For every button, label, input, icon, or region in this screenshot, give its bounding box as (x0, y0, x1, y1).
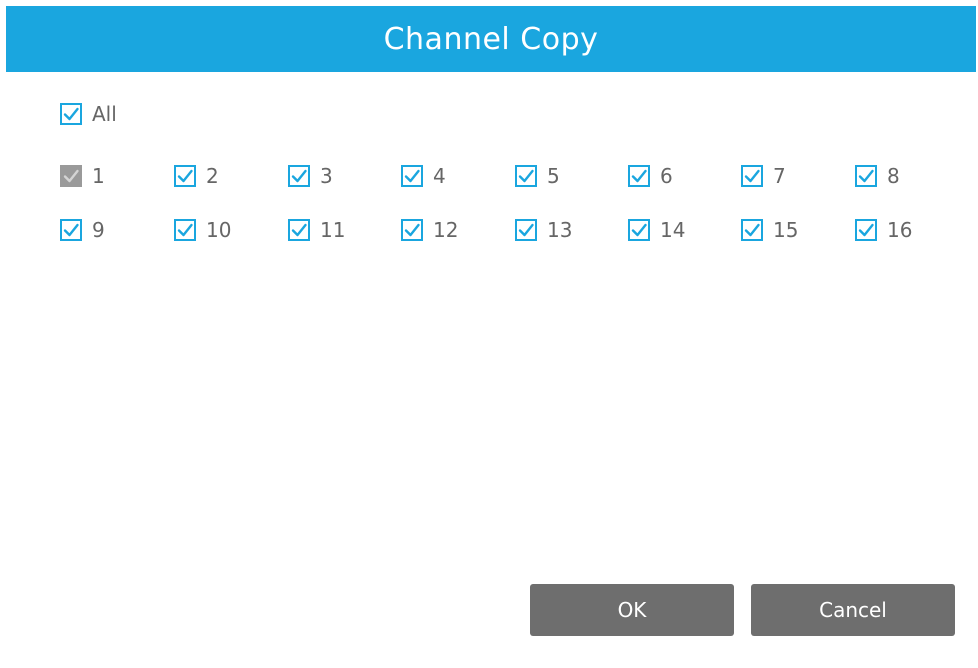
cancel-button[interactable]: Cancel (751, 584, 955, 636)
checkbox-checked-icon (288, 165, 310, 187)
channel-label: 10 (206, 218, 232, 242)
channel-copy-dialog: Channel Copy All 1 2 3 4 5 6 7 8 9 10 11… (0, 0, 978, 668)
channel-label: 12 (433, 218, 459, 242)
channel-label: 16 (887, 218, 913, 242)
checkbox-disabled-icon (60, 165, 82, 187)
channel-label: 13 (547, 218, 573, 242)
checkbox-checked-icon (515, 219, 537, 241)
checkbox-checked-icon (628, 165, 650, 187)
channel-checkbox-14[interactable]: 14 (628, 218, 685, 242)
channel-checkbox-11[interactable]: 11 (288, 218, 345, 242)
channel-checkbox-16[interactable]: 16 (855, 218, 912, 242)
channel-label: 5 (547, 164, 560, 188)
checkbox-checked-icon (60, 103, 82, 125)
channel-label: 8 (887, 164, 900, 188)
channel-label: 4 (433, 164, 446, 188)
channel-checkbox-13[interactable]: 13 (515, 218, 572, 242)
channel-checkbox-6[interactable]: 6 (628, 164, 673, 188)
channel-checkbox-7[interactable]: 7 (741, 164, 786, 188)
checkbox-checked-icon (628, 219, 650, 241)
checkbox-checked-icon (401, 165, 423, 187)
checkbox-checked-icon (855, 165, 877, 187)
channel-label: 15 (773, 218, 799, 242)
channel-checkbox-2[interactable]: 2 (174, 164, 219, 188)
channel-label: 2 (206, 164, 219, 188)
channel-checkbox-1[interactable]: 1 (60, 164, 105, 188)
channel-label: 7 (773, 164, 786, 188)
channel-checkbox-3[interactable]: 3 (288, 164, 333, 188)
select-all-checkbox[interactable]: All (60, 102, 117, 126)
dialog-title: Channel Copy (383, 21, 599, 57)
checkbox-checked-icon (741, 165, 763, 187)
ok-button[interactable]: OK (530, 584, 734, 636)
checkbox-checked-icon (174, 165, 196, 187)
select-all-label: All (92, 102, 117, 126)
checkbox-checked-icon (741, 219, 763, 241)
checkbox-checked-icon (174, 219, 196, 241)
channel-checkbox-4[interactable]: 4 (401, 164, 446, 188)
channel-label: 14 (660, 218, 686, 242)
channel-label: 9 (92, 218, 105, 242)
channel-label: 1 (92, 164, 105, 188)
channel-label: 3 (320, 164, 333, 188)
checkbox-checked-icon (288, 219, 310, 241)
channel-checkbox-12[interactable]: 12 (401, 218, 458, 242)
channel-checkbox-15[interactable]: 15 (741, 218, 798, 242)
channel-checkbox-9[interactable]: 9 (60, 218, 105, 242)
checkbox-checked-icon (60, 219, 82, 241)
channel-label: 11 (320, 218, 346, 242)
channel-checkbox-8[interactable]: 8 (855, 164, 900, 188)
channel-checkbox-5[interactable]: 5 (515, 164, 560, 188)
title-bar: Channel Copy (6, 6, 976, 72)
channel-checkbox-10[interactable]: 10 (174, 218, 231, 242)
checkbox-checked-icon (401, 219, 423, 241)
checkbox-checked-icon (515, 165, 537, 187)
channel-label: 6 (660, 164, 673, 188)
checkbox-checked-icon (855, 219, 877, 241)
